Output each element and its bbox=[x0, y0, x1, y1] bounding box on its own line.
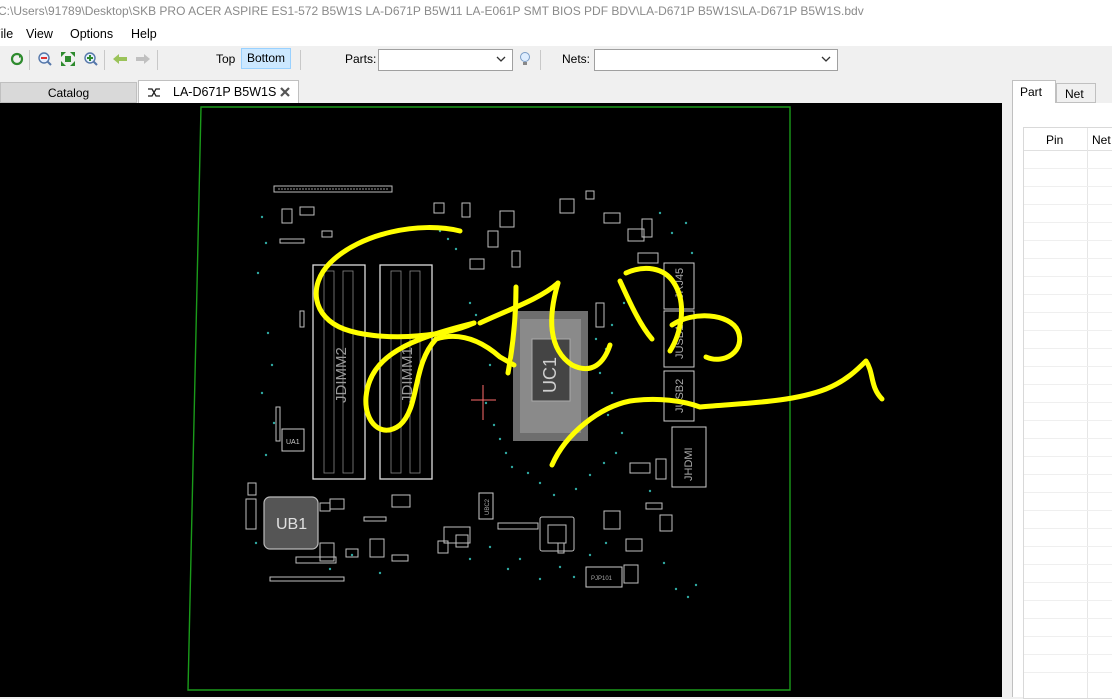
column-net[interactable]: Net bbox=[1092, 133, 1111, 147]
back-arrow-icon[interactable] bbox=[112, 51, 128, 67]
chevron-down-icon bbox=[821, 56, 831, 62]
document-tabs: Catalog LA-D671P B5W1S bbox=[0, 80, 1005, 103]
label-ubc2: UBC2 bbox=[485, 498, 491, 515]
menu-help[interactable]: Help bbox=[131, 27, 157, 41]
close-icon[interactable] bbox=[279, 86, 291, 98]
tab-catalog[interactable]: Catalog bbox=[0, 82, 137, 103]
toolbar: Top Bottom Parts: Nets: bbox=[0, 46, 1112, 74]
menu-file[interactable]: File bbox=[0, 27, 13, 41]
board-canvas[interactable]: JDIMM2 JDIMM1 UC1 UB1 UA1 JRJ45 JUSB1 JU… bbox=[0, 103, 1002, 697]
label-ua1: UA1 bbox=[286, 439, 300, 446]
label-jusb2: JUSB2 bbox=[674, 379, 686, 413]
nets-label: Nets: bbox=[562, 52, 591, 66]
forward-arrow-icon[interactable] bbox=[135, 51, 151, 67]
tab-part-label: Part bbox=[1020, 85, 1043, 99]
label-jdimm2: JDIMM2 bbox=[333, 347, 350, 403]
zoom-in-icon[interactable] bbox=[83, 51, 99, 67]
tab-net-label: Net bbox=[1065, 87, 1084, 101]
part-panel: Pin Net bbox=[1012, 103, 1112, 699]
tab-board-label: LA-D671P B5W1S bbox=[173, 85, 277, 99]
menu-view[interactable]: View bbox=[26, 27, 53, 41]
zoom-out-icon[interactable] bbox=[37, 51, 53, 67]
pin-net-grid[interactable]: Pin Net bbox=[1023, 127, 1112, 699]
pin-icon bbox=[148, 88, 160, 97]
chevron-down-icon bbox=[496, 56, 506, 62]
bottom-button[interactable]: Bottom bbox=[241, 48, 291, 69]
title-bar: C:\Users\91789\Desktop\SKB PRO ACER ASPI… bbox=[0, 0, 1112, 24]
refresh-icon[interactable] bbox=[9, 51, 25, 67]
board-drawing: JDIMM2 JDIMM1 UC1 UB1 UA1 JRJ45 JUSB1 JU… bbox=[187, 106, 885, 691]
label-ub1: UB1 bbox=[276, 516, 307, 533]
menu-options[interactable]: Options bbox=[70, 27, 113, 41]
nets-combobox[interactable] bbox=[594, 49, 838, 71]
tab-net[interactable]: Net bbox=[1056, 83, 1096, 103]
tab-board[interactable]: LA-D671P B5W1S bbox=[138, 80, 299, 103]
lightbulb-icon[interactable] bbox=[517, 51, 533, 67]
label-jhdmi: JHDMI bbox=[683, 447, 695, 481]
top-button[interactable]: Top bbox=[216, 52, 235, 66]
right-panel: Part Net Pin Net bbox=[1008, 80, 1112, 699]
column-pin[interactable]: Pin bbox=[1046, 133, 1063, 147]
menu-bar: File View Options Help bbox=[0, 24, 1112, 46]
window-title: C:\Users\91789\Desktop\SKB PRO ACER ASPI… bbox=[0, 4, 864, 18]
label-pjp101: PJP101 bbox=[591, 576, 613, 582]
grid-header: Pin Net bbox=[1024, 128, 1112, 698]
zoom-fit-icon[interactable] bbox=[60, 51, 76, 67]
parts-label: Parts: bbox=[345, 52, 377, 66]
label-uc1: UC1 bbox=[540, 357, 560, 393]
tab-part[interactable]: Part bbox=[1012, 80, 1056, 103]
parts-combobox[interactable] bbox=[378, 49, 513, 71]
